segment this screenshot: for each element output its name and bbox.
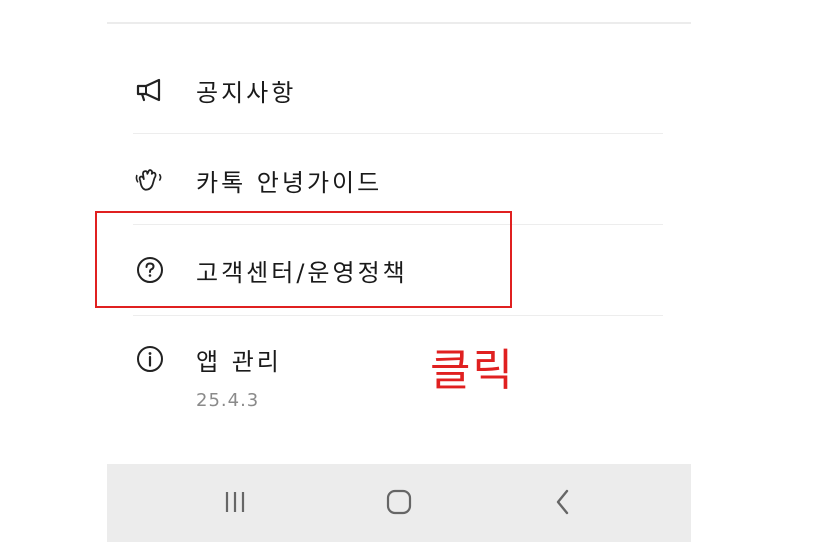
back-icon [551, 488, 575, 520]
info-circle-icon [135, 344, 165, 374]
menu-item-app-management[interactable]: 앱 관리 [107, 337, 691, 381]
divider [133, 133, 663, 134]
menu-item-guide[interactable]: 카톡 안녕가이드 [107, 158, 691, 202]
waving-hand-icon [135, 165, 165, 195]
menu-item-label: 앱 관리 [196, 347, 282, 376]
highlight-box [95, 211, 512, 308]
divider [107, 22, 691, 24]
home-icon [385, 488, 413, 520]
menu-item-label: 공지사항 [196, 78, 297, 107]
back-button[interactable] [543, 484, 583, 524]
recent-apps-button[interactable] [215, 484, 255, 524]
home-button[interactable] [379, 484, 419, 524]
menu-item-label: 카톡 안녕가이드 [196, 168, 383, 197]
app-version: 25.4.3 [196, 390, 260, 411]
settings-screen: 공지사항 카톡 안녕가이드 고객센터/운영정책 앱 관리 25.4.3 클릭 [0, 0, 825, 560]
click-annotation: 클릭 [430, 345, 515, 396]
recent-apps-icon [222, 489, 248, 519]
menu-item-notices[interactable]: 공지사항 [107, 68, 691, 112]
divider [133, 315, 663, 316]
navigation-bar [107, 464, 691, 542]
megaphone-icon [135, 75, 165, 105]
